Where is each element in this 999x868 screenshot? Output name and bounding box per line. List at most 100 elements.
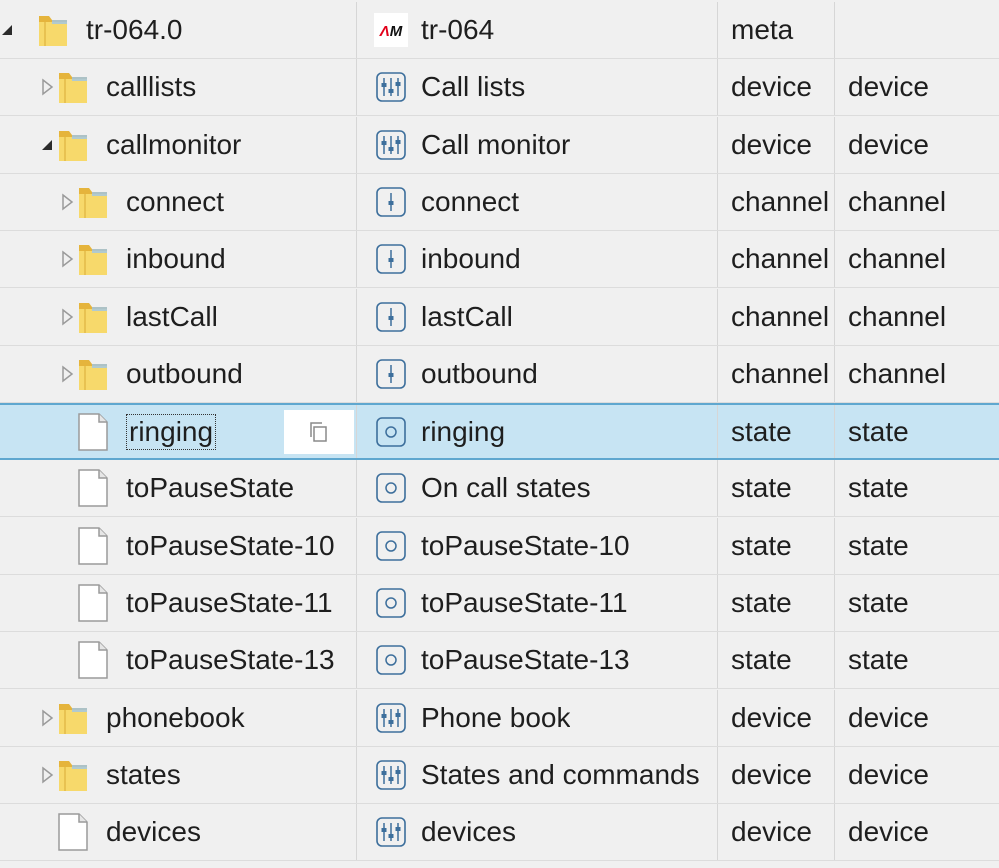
channel-icon [374, 185, 408, 219]
type-cell: state [717, 518, 834, 574]
name-cell: toPauseState-10 [0, 518, 356, 574]
tree-row[interactable]: toPauseState On call states state state [0, 460, 999, 517]
expand-arrow-icon[interactable] [36, 707, 58, 729]
copy-id-button[interactable] [284, 409, 354, 454]
object-role-label: channel [848, 243, 947, 274]
name-cell: inbound [0, 231, 356, 287]
description-cell: ΛM tr-064 [356, 2, 717, 58]
description-cell: ringing [356, 405, 717, 458]
description-cell: connect [356, 174, 717, 230]
object-id-label: lastCall [126, 301, 218, 332]
tree-row[interactable]: states States and commands device device [0, 747, 999, 804]
object-type-label: channel [731, 301, 830, 332]
folder-icon [56, 755, 90, 795]
expand-arrow-icon[interactable] [56, 248, 78, 270]
role-cell: state [834, 575, 999, 631]
tree-row[interactable]: calllists Call lists device device [0, 59, 999, 116]
object-role-label: channel [848, 301, 947, 332]
object-name-label: tr-064 [421, 14, 495, 45]
object-role-label: state [848, 644, 909, 675]
object-type-label: meta [731, 14, 794, 45]
name-cell: devices [0, 804, 356, 860]
tree-row[interactable]: toPauseState-10 toPauseState-10 state state [0, 518, 999, 575]
type-cell: state [717, 405, 834, 458]
object-id-label: connect [126, 186, 225, 217]
description-cell: Call monitor [356, 117, 717, 173]
type-cell: channel [717, 289, 834, 345]
role-cell: channel [834, 231, 999, 287]
folder-icon [56, 67, 90, 107]
object-type-label: state [731, 644, 792, 675]
object-type-label: state [731, 415, 792, 447]
type-cell: device [717, 117, 834, 173]
role-cell: channel [834, 346, 999, 402]
expand-arrow-icon[interactable] [56, 191, 78, 213]
description-cell: toPauseState-13 [356, 632, 717, 688]
tree-row[interactable]: tr-064.0 ΛM tr-064 meta [0, 2, 999, 59]
folder-icon [76, 182, 110, 222]
state-icon [374, 643, 408, 677]
collapse-arrow-icon[interactable] [36, 134, 58, 156]
description-cell: Call lists [356, 59, 717, 115]
expand-arrow-icon[interactable] [56, 363, 78, 385]
channel-icon [374, 300, 408, 334]
description-cell: outbound [356, 346, 717, 402]
object-name-label: Call monitor [421, 129, 571, 160]
object-role-label: device [848, 702, 929, 733]
expand-arrow-icon[interactable] [36, 76, 58, 98]
name-cell: callmonitor [0, 117, 356, 173]
device-sliders-icon [374, 70, 408, 104]
description-cell: Phone book [356, 690, 717, 746]
state-icon [374, 471, 408, 505]
object-name-label: toPauseState-11 [421, 587, 628, 618]
description-cell: States and commands [356, 747, 717, 803]
role-cell [834, 2, 999, 58]
object-type-label: channel [731, 358, 830, 389]
svg-text:ΛM: ΛM [379, 23, 403, 40]
object-id-label: callmonitor [106, 129, 242, 160]
expand-arrow-icon[interactable] [56, 306, 78, 328]
collapse-arrow-icon[interactable] [0, 19, 18, 41]
name-cell: phonebook [0, 690, 356, 746]
object-id-label: phonebook [106, 702, 245, 733]
object-role-label: device [848, 71, 929, 102]
name-cell: calllists [0, 59, 356, 115]
avm-logo-icon: ΛM [374, 13, 408, 47]
object-name-label: outbound [421, 358, 538, 389]
role-cell: device [834, 690, 999, 746]
tree-row[interactable]: callmonitor Call monitor device device [0, 117, 999, 174]
name-cell: toPauseState-13 [0, 632, 356, 688]
device-sliders-icon [374, 815, 408, 849]
role-cell: channel [834, 289, 999, 345]
object-name-label: connect [421, 186, 520, 217]
type-cell: channel [717, 174, 834, 230]
type-cell: state [717, 575, 834, 631]
tree-row-selected[interactable]: ringing ringing state state [0, 403, 999, 460]
tree-row[interactable]: lastCall lastCall channel channel [0, 289, 999, 346]
object-type-label: device [731, 816, 812, 847]
tree-row[interactable]: toPauseState-13 toPauseState-13 state state [0, 632, 999, 689]
tree-row[interactable]: toPauseState-11 toPauseState-11 state state [0, 575, 999, 632]
role-cell: device [834, 804, 999, 860]
type-cell: channel [717, 346, 834, 402]
object-role-label: state [848, 530, 909, 561]
tree-row[interactable]: devices devices device device [0, 804, 999, 861]
role-cell: device [834, 117, 999, 173]
tree-row[interactable]: connect connect channel channel [0, 174, 999, 231]
expand-arrow-icon[interactable] [36, 764, 58, 786]
description-cell: devices [356, 804, 717, 860]
object-id-label: ringing [126, 413, 217, 450]
role-cell: state [834, 518, 999, 574]
object-role-label: channel [848, 358, 947, 389]
file-icon [56, 812, 90, 852]
name-cell: lastCall [0, 289, 356, 345]
tree-row[interactable]: phonebook Phone book device device [0, 690, 999, 747]
object-id-label: tr-064.0 [86, 14, 183, 45]
tree-row[interactable]: inbound inbound channel channel [0, 231, 999, 288]
tree-row[interactable]: outbound outbound channel channel [0, 346, 999, 403]
object-name-label: inbound [421, 243, 521, 274]
type-cell: meta [717, 2, 834, 58]
description-cell: toPauseState-11 [356, 575, 717, 631]
object-name-label: Phone book [421, 702, 571, 733]
folder-icon [36, 10, 70, 50]
